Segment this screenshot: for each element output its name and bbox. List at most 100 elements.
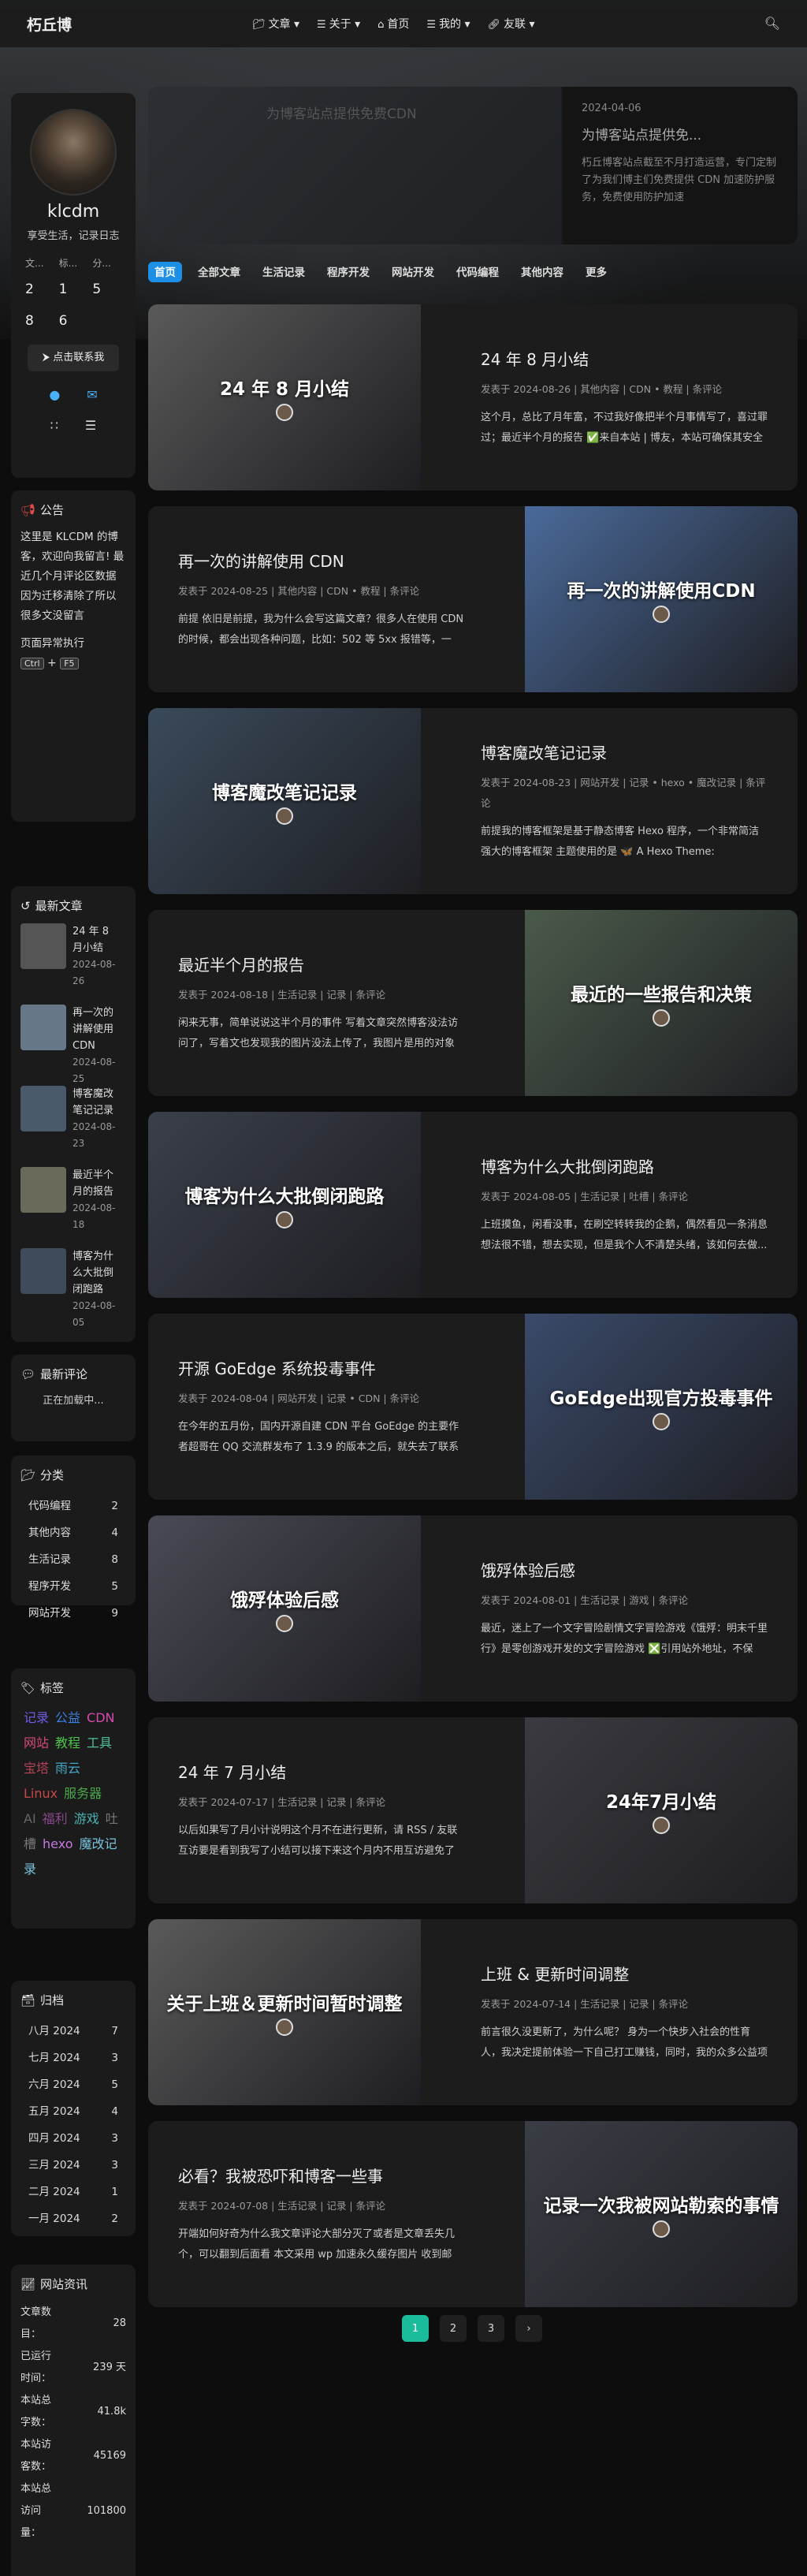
category-tab[interactable]: 网站开发 xyxy=(385,262,441,282)
archive-item[interactable]: 三月 2024 3 xyxy=(20,2152,126,2179)
archive-item[interactable]: 七月 2024 3 xyxy=(20,2045,126,2071)
archive-item[interactable]: 六月 2024 5 xyxy=(20,2071,126,2098)
post-title[interactable]: 24 年 8 月小结 xyxy=(481,347,768,370)
post-card[interactable]: 博客为什么大批倒闭跑路 博客为什么大批倒闭跑路 发表于 2024-08-05 | 生… xyxy=(148,1112,798,1298)
tag-link[interactable]: 宝塔 xyxy=(24,1761,49,1776)
github-icon[interactable]: ● xyxy=(49,387,60,402)
category-tab[interactable]: 生活记录 xyxy=(256,262,311,282)
recent-post-title[interactable]: 24 年 8 月小结 xyxy=(73,923,118,956)
post-thumbnail[interactable]: 24 年 8 月小结 xyxy=(148,304,421,490)
tag-link[interactable]: AI xyxy=(24,1811,36,1826)
category-tab[interactable]: 其他内容 xyxy=(515,262,570,282)
post-card[interactable]: 24年7月小结 24 年 7 月小结 发表于 2024-07-17 | 生活记录 |… xyxy=(148,1717,798,1903)
nav-item-0[interactable]: 📁︎ 文章 ▾ xyxy=(252,16,299,32)
category-tab[interactable]: 代码编程 xyxy=(450,262,505,282)
post-title[interactable]: 最近半个月的报告 xyxy=(178,952,465,975)
post-thumbnail[interactable]: 再一次的讲解使用CDN xyxy=(525,506,798,692)
tag-link[interactable]: 记录 xyxy=(24,1710,49,1725)
category-item[interactable]: 程序开发 5 xyxy=(20,1573,126,1600)
post-title[interactable]: 上班 & 更新时间调整 xyxy=(481,1962,768,1985)
mail-icon[interactable]: ✉ xyxy=(87,387,97,402)
site-title[interactable]: 朽丘博 xyxy=(27,13,72,35)
category-tab[interactable]: 首页 xyxy=(148,262,182,282)
recent-post-thumb[interactable] xyxy=(20,1086,66,1131)
tag-link[interactable]: hexo xyxy=(43,1836,73,1851)
recent-post-thumb[interactable] xyxy=(20,1005,66,1050)
search-icon[interactable]: 🔍︎ xyxy=(764,16,780,31)
recent-post-item[interactable]: 再一次的讲解使用 CDN 2024-08-25 xyxy=(20,1005,126,1086)
stat-item[interactable]: 8 xyxy=(25,305,59,337)
page-number[interactable]: 1 xyxy=(402,2315,429,2342)
recent-post-thumb[interactable] xyxy=(20,1167,66,1213)
post-title[interactable]: 博客魔改笔记记录 xyxy=(481,740,768,763)
post-thumbnail[interactable]: 博客为什么大批倒闭跑路 xyxy=(148,1112,421,1298)
rss-icon[interactable]: ∷ xyxy=(50,418,58,433)
tag-link[interactable]: 公益 xyxy=(55,1710,80,1725)
category-tab[interactable]: 程序开发 xyxy=(321,262,376,282)
recent-post-item[interactable]: 博客为什么大批倒闭跑路 2024-08-05 xyxy=(20,1248,126,1329)
post-card[interactable]: 记录一次我被网站勒索的事情 必看？我被恐吓和博客一些事 发表于 2024-07-08… xyxy=(148,2121,798,2307)
post-card[interactable]: 最近的一些报告和决策 最近半个月的报告 发表于 2024-08-18 | 生活记录 … xyxy=(148,910,798,1096)
sitemap-icon[interactable]: ☰ xyxy=(85,418,96,433)
stat-item[interactable]: 分... 5 xyxy=(92,253,126,305)
post-title[interactable]: 24 年 7 月小结 xyxy=(178,1760,465,1783)
post-card[interactable]: 关于上班＆更新时间暂时调整 上班 & 更新时间调整 发表于 2024-07-14 |… xyxy=(148,1919,798,2105)
tag-link[interactable]: 福利 xyxy=(43,1811,68,1826)
tag-link[interactable]: CDN xyxy=(87,1710,114,1725)
post-thumbnail[interactable]: 24年7月小结 xyxy=(525,1717,798,1903)
post-thumbnail[interactable]: 饿殍体验后感 xyxy=(148,1515,421,1702)
post-thumbnail[interactable]: 最近的一些报告和决策 xyxy=(525,910,798,1096)
recent-post-title[interactable]: 博客魔改笔记记录 xyxy=(73,1086,118,1119)
archive-item[interactable]: 一月 2024 2 xyxy=(20,2205,126,2232)
tag-link[interactable]: 游戏 xyxy=(74,1811,99,1826)
post-thumbnail[interactable]: 博客魔改笔记记录 xyxy=(148,708,421,894)
nav-item-4[interactable]: 🔗︎ 友联 ▾ xyxy=(488,16,535,32)
archive-item[interactable]: 二月 2024 1 xyxy=(20,2179,126,2205)
page-number[interactable]: 2 xyxy=(440,2315,467,2342)
post-title[interactable]: 再一次的讲解使用 CDN xyxy=(178,549,465,572)
nav-item-1[interactable]: ☰ 关于 ▾ xyxy=(317,16,360,32)
category-item[interactable]: 代码编程 2 xyxy=(20,1493,126,1519)
post-title[interactable]: 开源 GoEdge 系统投毒事件 xyxy=(178,1356,465,1379)
post-title[interactable]: 博客为什么大批倒闭跑路 xyxy=(481,1154,768,1177)
recent-post-title[interactable]: 再一次的讲解使用 CDN xyxy=(73,1005,118,1054)
tag-link[interactable]: 教程 xyxy=(55,1735,80,1750)
recent-post-item[interactable]: 最近半个月的报告 2024-08-18 xyxy=(20,1167,126,1248)
post-card[interactable]: 24 年 8 月小结 24 年 8 月小结 发表于 2024-08-26 | 其他内… xyxy=(148,304,798,490)
stat-item[interactable]: 6 xyxy=(59,305,93,337)
post-card[interactable]: GoEdge出现官方投毒事件 开源 GoEdge 系统投毒事件 发表于 2024-0… xyxy=(148,1314,798,1500)
post-card[interactable]: 饿殍体验后感 饿殍体验后感 发表于 2024-08-01 | 生活记录 | 游戏 |… xyxy=(148,1515,798,1702)
category-item[interactable]: 生活记录 8 xyxy=(20,1546,126,1573)
tag-link[interactable]: Linux xyxy=(24,1786,58,1801)
recent-post-title[interactable]: 最近半个月的报告 xyxy=(73,1167,118,1200)
post-card[interactable]: 博客魔改笔记记录 博客魔改笔记记录 发表于 2024-08-23 | 网站开发 | … xyxy=(148,708,798,894)
nav-item-2[interactable]: ⌂ 首页 xyxy=(377,16,409,32)
tag-link[interactable]: 服务器 xyxy=(64,1786,102,1801)
archive-item[interactable]: 五月 2024 4 xyxy=(20,2098,126,2125)
recent-post-title[interactable]: 博客为什么大批倒闭跑路 xyxy=(73,1248,118,1298)
category-item[interactable]: 其他内容 4 xyxy=(20,1519,126,1546)
recent-post-thumb[interactable] xyxy=(20,1248,66,1294)
post-title[interactable]: 饿殍体验后感 xyxy=(481,1558,768,1581)
post-thumbnail[interactable]: 关于上班＆更新时间暂时调整 xyxy=(148,1919,421,2105)
post-card[interactable]: 再一次的讲解使用CDN 再一次的讲解使用 CDN 发表于 2024-08-25 | … xyxy=(148,506,798,692)
recent-post-item[interactable]: 博客魔改笔记记录 2024-08-23 xyxy=(20,1086,126,1167)
nav-item-3[interactable]: ☰ 我的 ▾ xyxy=(426,16,470,32)
archive-item[interactable]: 四月 2024 3 xyxy=(20,2125,126,2152)
recent-post-thumb[interactable] xyxy=(20,923,66,969)
post-thumbnail[interactable]: GoEdge出现官方投毒事件 xyxy=(525,1314,798,1500)
post-title[interactable]: 必看？我被恐吓和博客一些事 xyxy=(178,2164,465,2186)
tag-link[interactable]: 雨云 xyxy=(55,1761,80,1776)
chevron-right-icon[interactable]: › xyxy=(515,2315,542,2342)
avatar[interactable] xyxy=(30,109,117,196)
stat-item[interactable] xyxy=(92,305,126,337)
featured-title[interactable]: 为博客站点提供免... xyxy=(582,124,779,144)
page-number[interactable]: 3 xyxy=(478,2315,504,2342)
category-tab[interactable]: 全部文章 xyxy=(192,262,247,282)
category-item[interactable]: 网站开发 9 xyxy=(20,1600,126,1627)
tag-link[interactable]: 工具 xyxy=(87,1735,112,1750)
category-tab[interactable]: 更多 xyxy=(579,262,613,282)
recent-post-item[interactable]: 24 年 8 月小结 2024-08-26 xyxy=(20,923,126,1005)
archive-item[interactable]: 八月 2024 7 xyxy=(20,2018,126,2045)
post-thumbnail[interactable]: 记录一次我被网站勒索的事情 xyxy=(525,2121,798,2307)
